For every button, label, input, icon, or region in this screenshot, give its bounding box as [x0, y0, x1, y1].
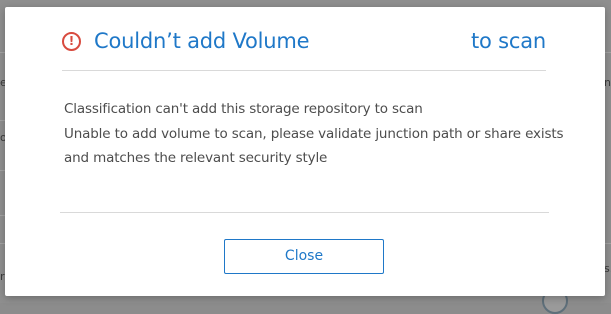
bg-text-fragment: r — [0, 270, 5, 283]
message-line: Unable to add volume to scan, please val… — [64, 125, 564, 142]
dialog-header: ! Couldn’t add Volume to scan — [62, 29, 546, 59]
message-line: Classification can't add this storage re… — [64, 101, 423, 117]
bg-divider — [605, 243, 611, 244]
bg-divider — [605, 52, 611, 53]
close-button[interactable]: Close — [224, 239, 384, 274]
footer-divider — [60, 212, 549, 213]
error-dialog: ! Couldn’t add Volume to scan Classifica… — [5, 7, 605, 296]
message-line: and matches the relevant security style — [64, 150, 328, 166]
dialog-title-suffix: to scan — [470, 29, 546, 53]
dialog-title: Couldn’t add Volume — [94, 29, 310, 53]
dialog-message: Classification can't add this storage re… — [64, 97, 564, 171]
header-divider — [62, 70, 546, 71]
error-circle-icon: ! — [62, 32, 81, 51]
bg-text-fragment: n — [604, 76, 611, 89]
bg-text-fragment: s. — [604, 262, 611, 275]
